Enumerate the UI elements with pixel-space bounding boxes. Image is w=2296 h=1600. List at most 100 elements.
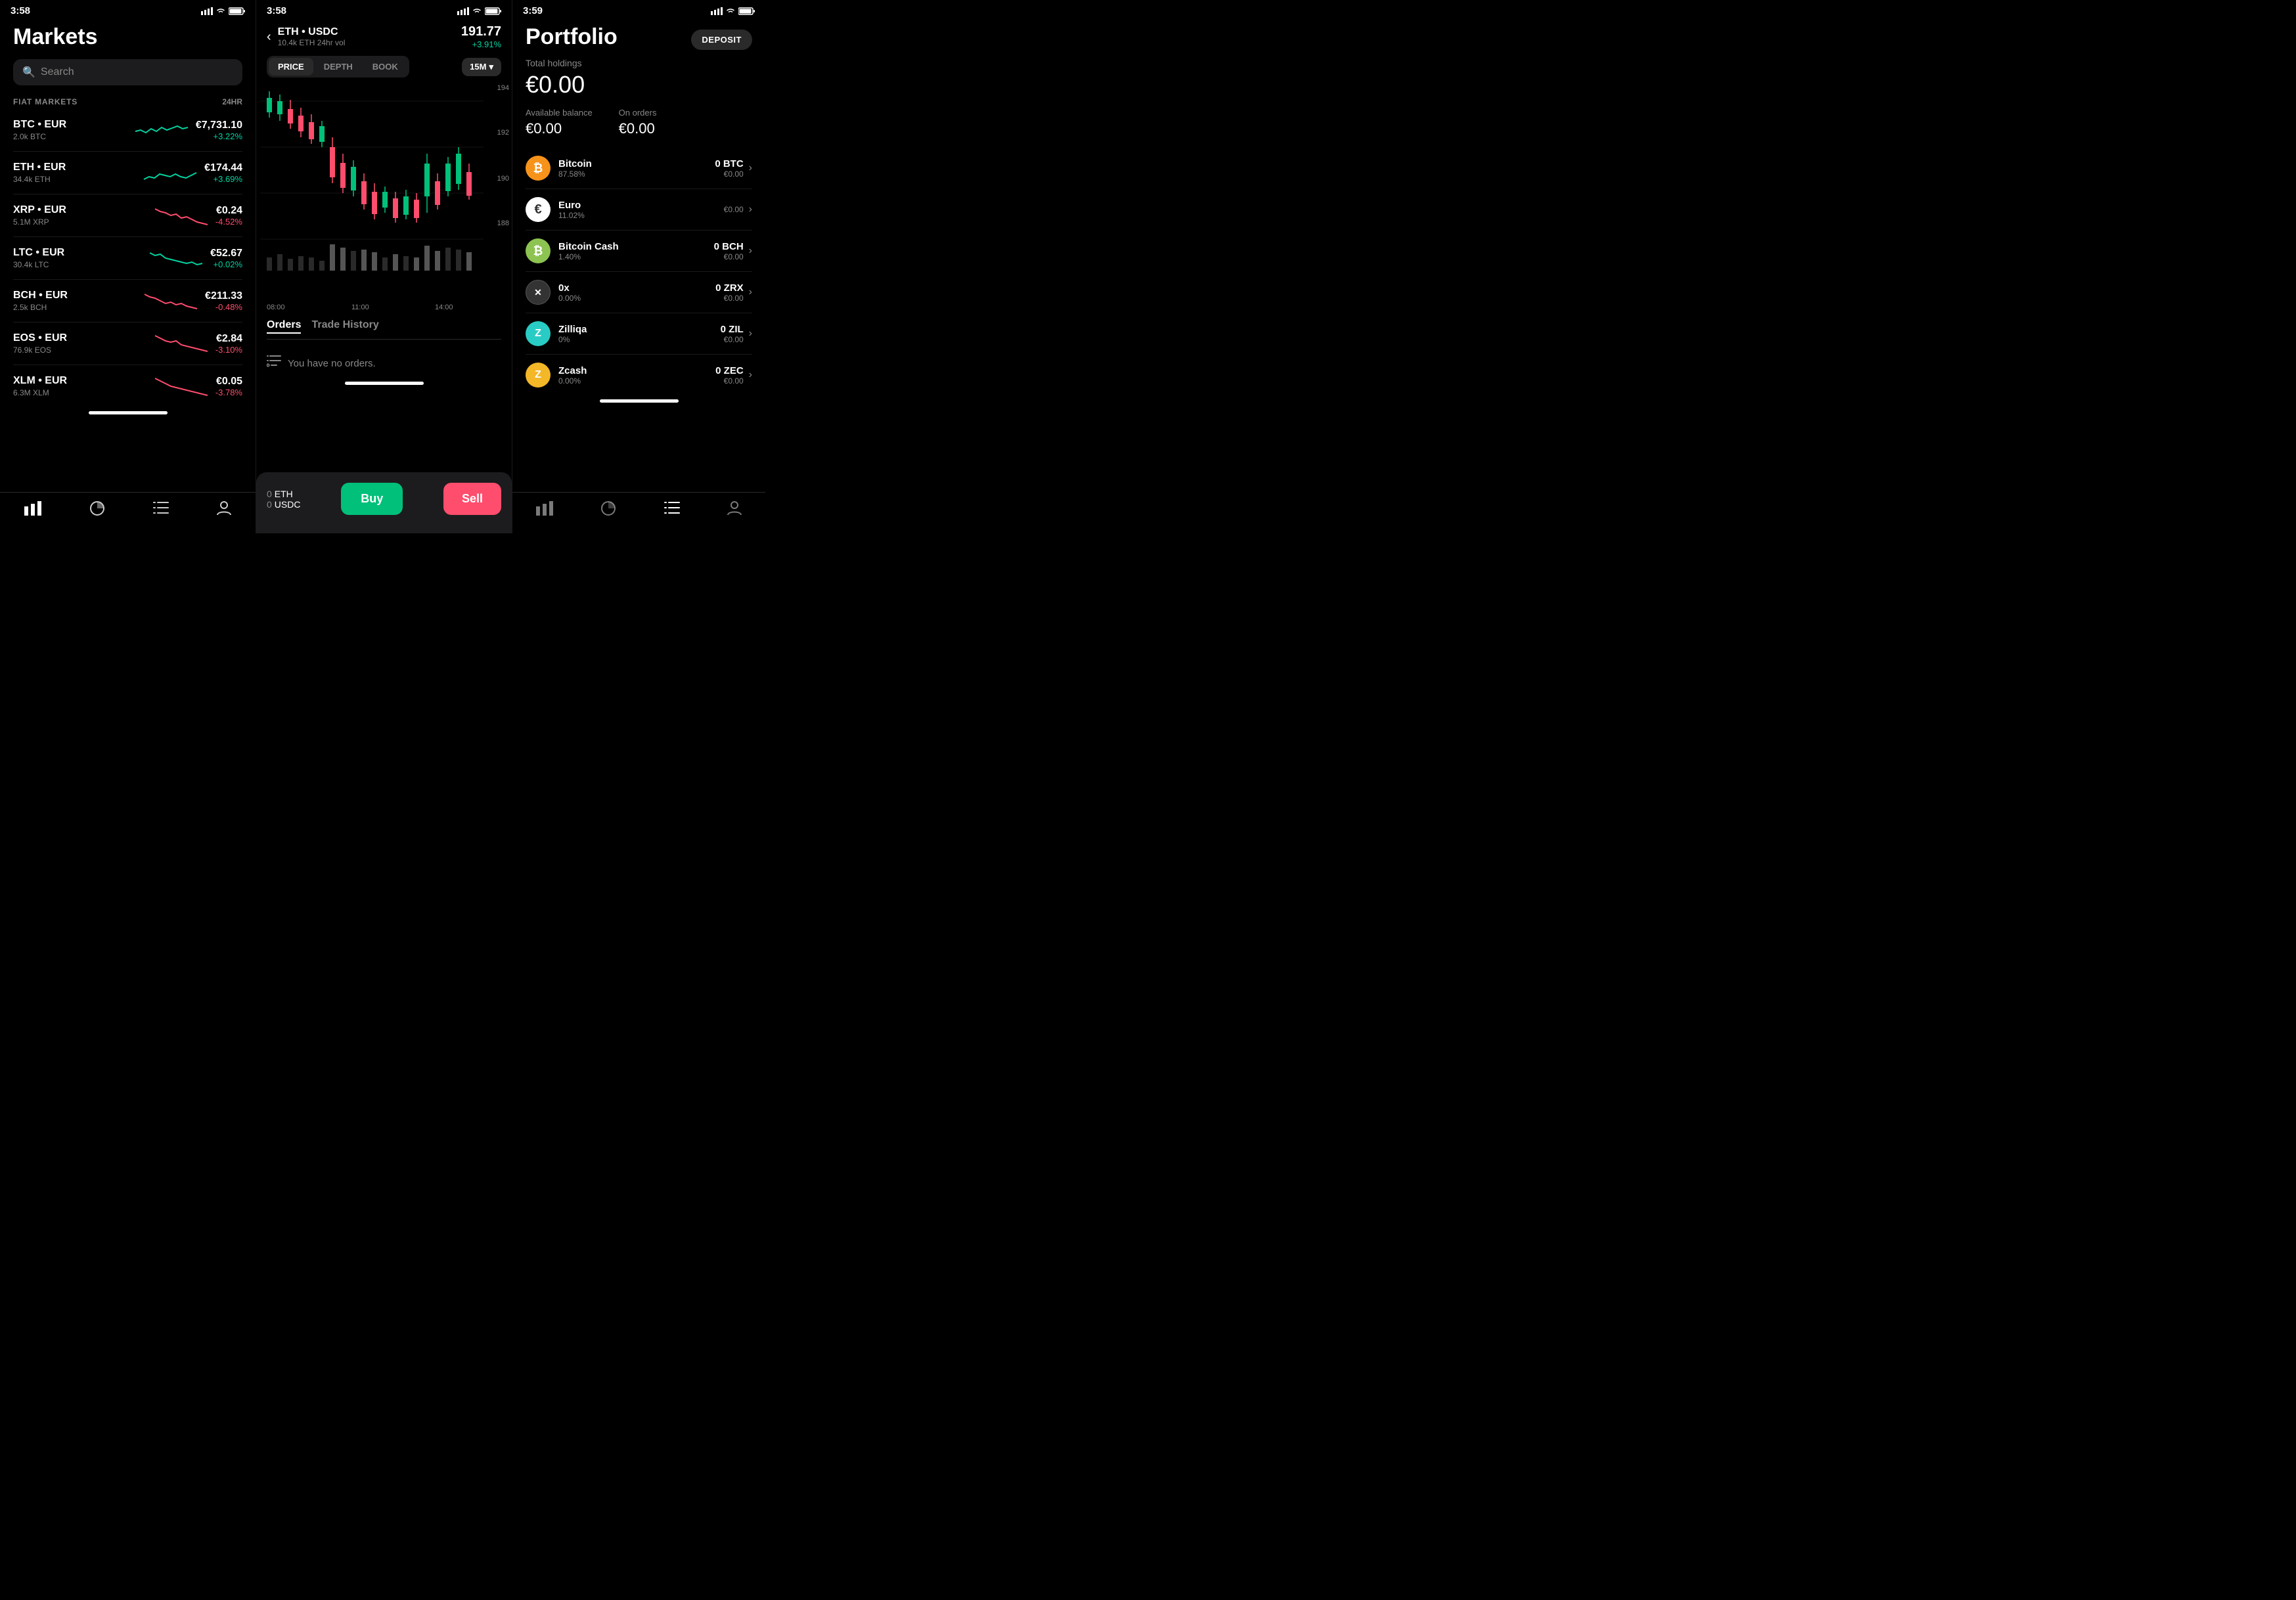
available-balance: Available balance €0.00 bbox=[526, 108, 593, 137]
available-label: Available balance bbox=[526, 108, 593, 118]
nav-account-icon[interactable] bbox=[217, 500, 231, 520]
tab-orders[interactable]: Orders bbox=[267, 319, 301, 334]
eur-name: Euro bbox=[558, 200, 724, 211]
btc-eur: €0.00 bbox=[715, 169, 743, 179]
chart-eth bbox=[144, 161, 196, 185]
zil-icon: Z bbox=[526, 321, 551, 346]
price-xrp: €0.24 bbox=[215, 205, 242, 217]
change-ltc: +0.02% bbox=[210, 259, 242, 269]
buy-button[interactable]: Buy bbox=[341, 483, 403, 515]
candlestick-chart: 194 192 190 188 bbox=[256, 81, 512, 311]
pair-xlm-eur: XLM • EUR bbox=[13, 375, 147, 387]
time-label-14: 14:00 bbox=[435, 303, 453, 311]
pair-price: 191.77 bbox=[461, 24, 501, 39]
nav-markets-right[interactable] bbox=[536, 501, 553, 520]
market-item-btc-eur[interactable]: BTC • EUR 2.0k BTC €7,731.10 +3.22% bbox=[13, 109, 242, 152]
signal-icon bbox=[201, 7, 213, 15]
change-eth: +3.69% bbox=[204, 174, 242, 184]
price-label-188: 188 bbox=[497, 219, 509, 227]
chart-ltc bbox=[150, 246, 202, 270]
pair-bch-eur: BCH • EUR bbox=[13, 290, 137, 301]
pair-eos-eur: EOS • EUR bbox=[13, 332, 147, 344]
deposit-button[interactable]: DEPOSIT bbox=[691, 30, 752, 50]
pair-vol: 10.4k ETH 24hr vol bbox=[278, 38, 461, 47]
bch-name: Bitcoin Cash bbox=[558, 241, 714, 252]
section-24hr: 24HR bbox=[222, 97, 242, 106]
trade-bar: 0ETH 0USDC Buy Sell bbox=[256, 472, 512, 533]
market-item-eth-eur[interactable]: ETH • EUR 34.4k ETH €174.44 +3.69% bbox=[13, 152, 242, 194]
pair-btc-eur: BTC • EUR bbox=[13, 119, 127, 131]
nav-markets-icon[interactable] bbox=[24, 501, 41, 520]
asset-item-zec[interactable]: Z Zcash 0.00% 0 ZEC €0.00 › bbox=[526, 355, 752, 395]
portfolio-header: Portfolio DEPOSIT bbox=[512, 19, 765, 50]
nav-account-right[interactable] bbox=[727, 500, 742, 520]
price-ltc: €52.67 bbox=[210, 248, 242, 259]
zrx-eur: €0.00 bbox=[715, 294, 744, 303]
asset-item-zil[interactable]: Z Zilliqa 0% 0 ZIL €0.00 › bbox=[526, 313, 752, 355]
change-bch: -0.48% bbox=[205, 302, 242, 312]
nav-portfolio-right[interactable] bbox=[600, 500, 616, 520]
status-icons-left bbox=[201, 7, 245, 15]
back-button[interactable]: ‹ bbox=[267, 30, 271, 45]
on-orders-label: On orders bbox=[619, 108, 657, 118]
btc-icon: ₿ bbox=[526, 156, 551, 181]
tab-trade-history[interactable]: Trade History bbox=[311, 319, 378, 334]
status-bar-middle: 3:58 bbox=[256, 0, 512, 19]
on-orders-amount: €0.00 bbox=[619, 120, 657, 137]
timeframe-button[interactable]: 15M ▾ bbox=[462, 58, 501, 76]
tab-book[interactable]: BOOK bbox=[363, 58, 407, 76]
asset-item-eur[interactable]: € Euro 11.02% €0.00 › bbox=[526, 189, 752, 231]
market-item-bch-eur[interactable]: BCH • EUR 2.5k BCH €211.33 -0.48% bbox=[13, 280, 242, 322]
signal-icon-right bbox=[711, 7, 723, 15]
section-header: FIAT MARKETS 24HR bbox=[0, 97, 256, 106]
btc-pct: 87.58% bbox=[558, 169, 715, 179]
zrx-pct: 0.00% bbox=[558, 294, 715, 303]
asset-item-zrx[interactable]: ✕ 0x 0.00% 0 ZRX €0.00 › bbox=[526, 272, 752, 313]
market-item-ltc-eur[interactable]: LTC • EUR 30.4k LTC €52.67 +0.02% bbox=[13, 237, 242, 280]
zil-token: 0 ZIL bbox=[721, 324, 744, 335]
sell-button[interactable]: Sell bbox=[443, 483, 501, 515]
change-eos: -3.10% bbox=[215, 345, 242, 355]
market-item-xlm-eur[interactable]: XLM • EUR 6.3M XLM €0.05 -3.78% bbox=[13, 365, 242, 407]
nav-orders-icon[interactable] bbox=[153, 502, 169, 519]
chevron-right-zec: › bbox=[749, 369, 752, 381]
zec-pct: 0.00% bbox=[558, 376, 715, 386]
price-btc: €7,731.10 bbox=[196, 120, 242, 131]
eur-eur: €0.00 bbox=[724, 205, 744, 214]
chevron-right-zrx: › bbox=[749, 286, 752, 298]
vol-eos: 76.9k EOS bbox=[13, 345, 147, 355]
price-label-194: 194 bbox=[497, 84, 509, 92]
tab-depth[interactable]: DEPTH bbox=[315, 58, 362, 76]
eur-pct: 11.02% bbox=[558, 211, 724, 220]
zec-name: Zcash bbox=[558, 365, 715, 376]
asset-item-btc[interactable]: ₿ Bitcoin 87.58% 0 BTC €0.00 › bbox=[526, 148, 752, 189]
total-amount: €0.00 bbox=[526, 71, 752, 99]
market-item-xrp-eur[interactable]: XRP • EUR 5.1M XRP €0.24 -4.52% bbox=[13, 194, 242, 237]
time-left: 3:58 bbox=[11, 5, 30, 16]
wifi-icon-right bbox=[725, 7, 736, 15]
chart-bch bbox=[145, 289, 197, 313]
portfolio-title: Portfolio bbox=[526, 24, 618, 50]
asset-item-bch[interactable]: ₿ Bitcoin Cash 1.40% 0 BCH €0.00 › bbox=[526, 231, 752, 272]
zil-pct: 0% bbox=[558, 335, 721, 344]
status-icons-middle bbox=[457, 7, 501, 15]
nav-portfolio-icon[interactable] bbox=[89, 500, 105, 520]
tab-price[interactable]: PRICE bbox=[269, 58, 313, 76]
chevron-right-bch: › bbox=[749, 245, 752, 257]
orders-tabs: Orders Trade History bbox=[267, 319, 501, 340]
bottom-nav-right bbox=[512, 492, 765, 533]
pair-eth-eur: ETH • EUR bbox=[13, 162, 136, 173]
pair-xrp-eur: XRP • EUR bbox=[13, 204, 147, 216]
price-eos: €2.84 bbox=[215, 333, 242, 345]
usdc-balance: 0USDC bbox=[267, 499, 300, 510]
search-bar[interactable]: 🔍 Search bbox=[13, 59, 242, 85]
status-icons-right bbox=[711, 7, 755, 15]
nav-orders-right[interactable] bbox=[664, 502, 680, 519]
market-item-eos-eur[interactable]: EOS • EUR 76.9k EOS €2.84 -3.10% bbox=[13, 322, 242, 365]
zrx-icon: ✕ bbox=[526, 280, 551, 305]
chart-eos bbox=[155, 332, 208, 355]
market-list: BTC • EUR 2.0k BTC €7,731.10 +3.22% ETH … bbox=[0, 109, 256, 407]
zrx-token: 0 ZRX bbox=[715, 282, 744, 294]
trading-panel: 3:58 ‹ ETH • USDC 10.4k ETH 24hr vol 191… bbox=[256, 0, 512, 533]
home-indicator-middle bbox=[345, 382, 424, 385]
